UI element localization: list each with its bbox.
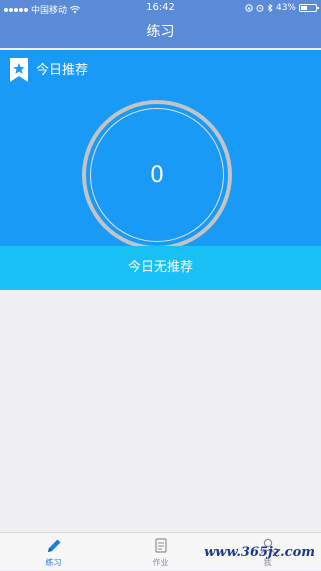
progress-ring-inner	[90, 108, 224, 242]
lock-rotation-icon	[245, 4, 253, 12]
tab-practice-label: 练习	[45, 558, 62, 567]
daily-recommendation-title: 今日推荐	[36, 63, 89, 78]
status-bar: 中国移动 16:42 43%	[0, 0, 321, 16]
bluetooth-icon	[267, 4, 273, 12]
pencil-icon	[47, 539, 60, 552]
bookmark-star-icon	[10, 58, 28, 82]
tab-homework[interactable]: 作业	[107, 537, 214, 571]
watermark: www.365jz.com	[204, 545, 315, 560]
daily-recommendation-panel: 今日推荐 0	[0, 50, 321, 250]
tab-practice[interactable]: 练习	[0, 537, 107, 571]
scroll-icon	[154, 538, 167, 553]
alarm-icon	[256, 4, 264, 12]
battery-percent: 43%	[275, 3, 296, 13]
tab-homework-label: 作业	[152, 558, 169, 567]
no-recommendation-button[interactable]: 今日无推荐	[0, 246, 321, 290]
status-right: 43%	[245, 3, 319, 13]
progress-ring: 0	[82, 100, 232, 250]
page-title: 练习	[0, 16, 321, 48]
content-area	[0, 290, 321, 532]
battery-icon	[299, 4, 319, 12]
